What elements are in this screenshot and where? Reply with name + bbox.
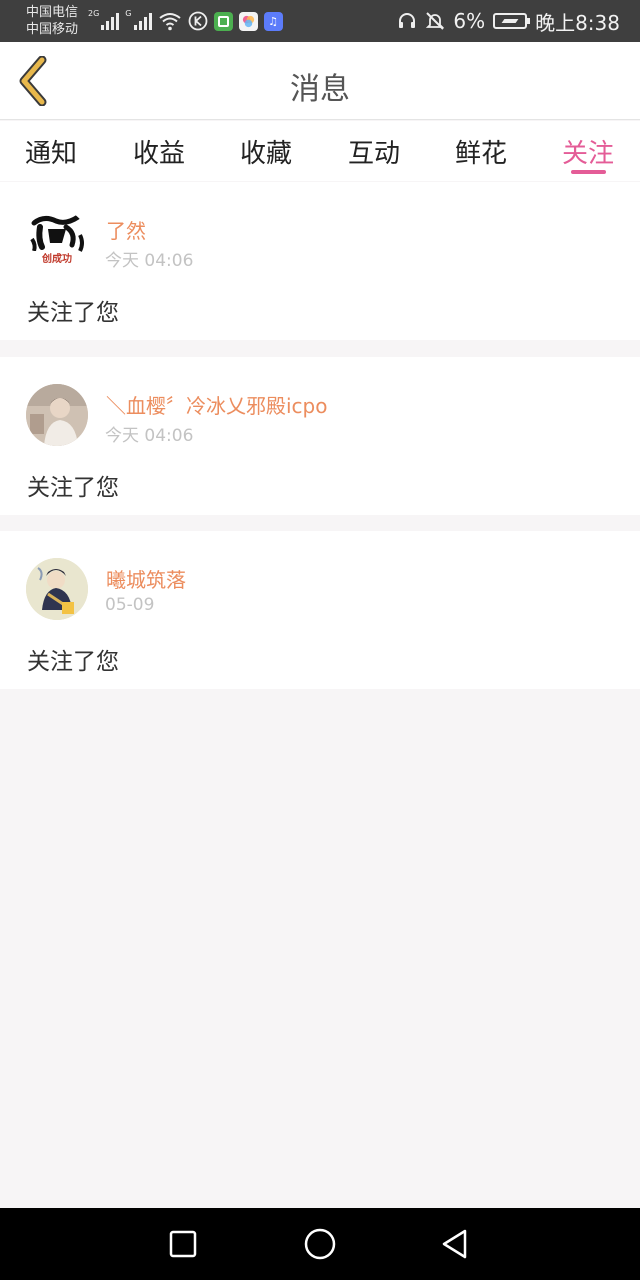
page-title: 消息 — [290, 72, 350, 107]
message-username[interactable]: 曦城筑落 — [106, 564, 186, 593]
back-triangle-icon[interactable] — [439, 1228, 471, 1260]
network-type-2: G — [125, 9, 132, 18]
screen: 中国电信 中国移动 2G G ♫ 6% 晚上8:38 消息 通知 收益 收藏 互… — [0, 0, 640, 1280]
status-bar: 中国电信 中国移动 2G G ♫ 6% 晚上8:38 — [0, 0, 640, 42]
signal-icon — [101, 12, 120, 30]
message-text: 关注了您 — [27, 649, 119, 675]
message-text: 关注了您 — [27, 300, 119, 326]
message-username[interactable]: 了然 — [106, 215, 146, 244]
status-left-icons: 2G G ♫ — [88, 8, 283, 34]
message-time: 今天 04:06 — [105, 426, 194, 446]
home-circle-icon[interactable] — [302, 1226, 338, 1262]
avatar-logo-text: 创成功 — [41, 252, 72, 265]
signal-icon-2 — [133, 12, 152, 30]
message-text: 关注了您 — [27, 475, 119, 501]
network-type-1: 2G — [88, 9, 100, 18]
message-item[interactable]: 曦城筑落 05-09 关注了您 — [0, 531, 640, 689]
active-tab-indicator — [571, 170, 606, 174]
green-app-icon — [213, 11, 233, 31]
message-username[interactable]: ＼血樱〞冷冰乂邪殿icpo — [106, 390, 327, 419]
tab-following[interactable]: 关注 — [562, 133, 614, 170]
avatar[interactable] — [26, 384, 88, 446]
message-time: 今天 04:06 — [105, 251, 194, 271]
message-item[interactable]: ＼血樱〞冷冰乂邪殿icpo 今天 04:06 关注了您 — [0, 357, 640, 515]
header: 消息 — [0, 42, 640, 120]
headphones-icon — [399, 13, 416, 28]
carrier-info: 中国电信 中国移动 — [26, 4, 78, 38]
tab-earnings[interactable]: 收益 — [133, 133, 185, 170]
message-item[interactable]: 创成功 了然 今天 04:06 关注了您 — [0, 182, 640, 340]
status-time: 晚上8:38 — [535, 10, 620, 35]
message-time: 05-09 — [105, 595, 155, 615]
wifi-icon — [158, 13, 181, 31]
tab-interactions[interactable]: 互动 — [348, 133, 400, 170]
colorful-app-icon — [238, 11, 258, 31]
tab-favorites[interactable]: 收藏 — [240, 133, 292, 170]
battery-icon — [493, 13, 531, 29]
k-app-icon — [188, 11, 207, 31]
avatar[interactable] — [26, 558, 88, 620]
battery-percent: 6% — [453, 9, 486, 33]
tab-flowers[interactable]: 鲜花 — [455, 133, 507, 170]
tab-bar: 通知 收益 收藏 互动 鲜花 关注 — [0, 121, 640, 181]
carrier-1: 中国电信 — [26, 5, 79, 20]
tab-notifications[interactable]: 通知 — [25, 133, 77, 170]
carrier-2: 中国移动 — [26, 22, 79, 37]
status-right: 6% 晚上8:38 — [397, 8, 620, 35]
system-nav-bar — [0, 1208, 640, 1280]
avatar[interactable]: 创成功 — [26, 209, 88, 271]
recent-apps-square-icon[interactable] — [167, 1228, 199, 1260]
mute-bell-icon — [426, 12, 445, 30]
music-app-icon: ♫ — [263, 11, 283, 31]
